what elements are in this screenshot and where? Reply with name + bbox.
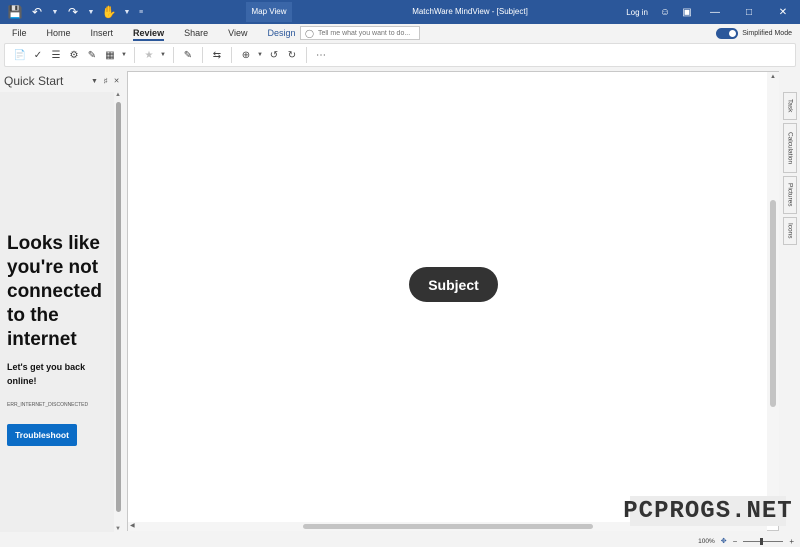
minimize-button[interactable]: — [698,0,732,24]
quick-start-scrollbar[interactable]: ▲ ▼ [114,92,123,532]
simplified-mode: Simplified Mode [716,27,792,39]
side-tab-pictures[interactable]: Pictures [783,176,797,214]
toolbar-divider [306,47,307,63]
toolbar-divider [134,47,135,63]
maximize-button[interactable]: □ [732,0,766,24]
zoom-out-button[interactable]: − [733,537,738,546]
touch-mode-icon[interactable]: ✋ [100,3,118,21]
language-dropdown-icon[interactable]: ▼ [119,52,129,58]
scroll-up-icon[interactable]: ▲ [115,92,121,98]
tab-view[interactable]: View [228,24,247,42]
document-icon[interactable]: 📄 [11,46,29,64]
tab-share[interactable]: Share [184,24,208,42]
toolbar-divider [173,47,174,63]
pane-options-icon[interactable]: ▼ [89,78,100,85]
troubleshoot-button[interactable]: Troubleshoot [7,424,77,446]
horizontal-scroll-thumb[interactable] [303,524,593,529]
map-view-tab[interactable]: Map View [246,2,292,22]
save-icon[interactable]: 💾 [6,3,24,21]
track-changes-icon[interactable]: ⊕ [237,46,255,64]
customize-toolbar-icon[interactable]: ≡ [136,9,146,16]
quick-start-title: Quick Start [4,74,64,88]
account-icon[interactable]: ☺ [654,0,676,24]
side-tab-icons[interactable]: Icons [783,217,797,245]
status-bar: 100% ✥ − + [0,535,800,547]
redo-dropdown-icon[interactable]: ▼ [86,9,96,16]
quick-access-toolbar: 💾 ↶ ▼ ↷ ▼ ✋ ▼ ≡ [6,0,146,24]
ribbon-tabs: File Home Insert Review Share View Desig… [12,24,315,42]
previous-change-icon[interactable]: ↺ [265,46,283,64]
pane-close-icon[interactable]: ✕ [111,77,122,85]
toolbar-divider [202,47,203,63]
side-tab-task[interactable]: Task [783,92,797,120]
root-topic-node[interactable]: Subject [409,267,498,302]
side-tab-label: Pictures [786,183,794,207]
tell-me-box[interactable]: ◯ [300,26,420,40]
lightbulb-icon: ◯ [305,28,314,38]
tab-review[interactable]: Review [133,24,165,42]
side-tab-calculation[interactable]: Calculation [783,123,797,173]
toolbar-divider [231,47,232,63]
ribbon-toolbar: 📄 ✓ ☰ ⚙ ✎ ▦ ▼ ★ ▼ ✎ ⇆ ⊕ ▼ ↺ ↻ ⋯ [4,43,796,67]
translate-icon[interactable]: ⚙ [65,46,83,64]
scroll-thumb[interactable] [116,102,121,512]
fit-to-window-icon[interactable]: ✥ [721,537,727,545]
spelling-check-icon[interactable]: ✓ [29,46,47,64]
side-tab-label: Calculation [786,131,794,165]
login-link[interactable]: Log in [626,8,648,17]
close-button[interactable]: ✕ [766,0,800,24]
vertical-scrollbar[interactable]: ▲ ▼ [767,72,779,522]
side-tab-label: Task [786,99,794,113]
simplified-mode-label: Simplified Mode [742,29,792,37]
zoom-slider[interactable] [743,537,784,545]
quick-start-header: Quick Start ▼ ♯ ✕ [4,74,122,88]
quick-start-pane: Quick Start ▼ ♯ ✕ Looks like you're not … [0,70,125,535]
tab-design[interactable]: Design [267,24,295,42]
thesaurus-icon[interactable]: ☰ [47,46,65,64]
edit-document-icon[interactable]: ✎ [179,46,197,64]
scroll-down-icon[interactable]: ▼ [115,526,121,532]
quick-start-content: Looks like you're not connected to the i… [0,92,114,532]
ribbon-tabs-row: File Home Insert Review Share View Desig… [0,24,800,42]
comment-icon: ★ [144,49,154,61]
redo-icon[interactable]: ↷ [64,3,82,21]
scroll-up-icon[interactable]: ▲ [770,74,776,80]
next-change-icon[interactable]: ↻ [283,46,301,64]
track-changes-dropdown-icon[interactable]: ▼ [255,52,265,58]
map-canvas[interactable]: Subject ▲ ▼ ◀ [127,71,779,531]
offline-heading: Looks like you're not connected to the i… [7,233,103,350]
tab-file[interactable]: File [12,24,27,42]
tab-home[interactable]: Home [47,24,71,42]
more-options-icon[interactable]: ⋯ [312,46,330,64]
zoom-slider-knob[interactable] [760,537,764,545]
tell-me-input[interactable] [317,29,418,37]
language-icon[interactable]: ▦ [101,46,119,64]
pin-icon[interactable]: ♯ [100,78,111,85]
vertical-scroll-thumb[interactable] [770,200,776,407]
side-panel-tabs: Task Calculation Pictures Icons [783,92,799,248]
touch-mode-dropdown-icon[interactable]: ▼ [122,9,132,16]
research-icon[interactable]: ✎ [83,46,101,64]
scroll-left-icon[interactable]: ◀ [130,522,135,529]
undo-icon[interactable]: ↶ [28,3,46,21]
link-icon[interactable]: ⇆ [208,46,226,64]
title-bar: 💾 ↶ ▼ ↷ ▼ ✋ ▼ ≡ Map View MatchWare MindV… [0,0,800,24]
zoom-level: 100% [698,537,715,545]
zoom-in-button[interactable]: + [789,537,794,546]
error-code: ERR_INTERNET_DISCONNECTED [7,402,89,408]
ribbon-display-icon[interactable]: ▣ [676,0,698,24]
undo-dropdown-icon[interactable]: ▼ [50,9,60,16]
side-tab-label: Icons [786,223,794,239]
window-title: MatchWare MindView - [Subject] [412,7,528,16]
offline-subheading: Let's get you back online! [7,362,86,386]
watermark: PCPROGS.NET [623,496,793,526]
simplified-mode-toggle[interactable] [716,27,739,39]
tab-insert[interactable]: Insert [91,24,114,42]
comment-dropdown-icon: ▼ [160,52,166,58]
